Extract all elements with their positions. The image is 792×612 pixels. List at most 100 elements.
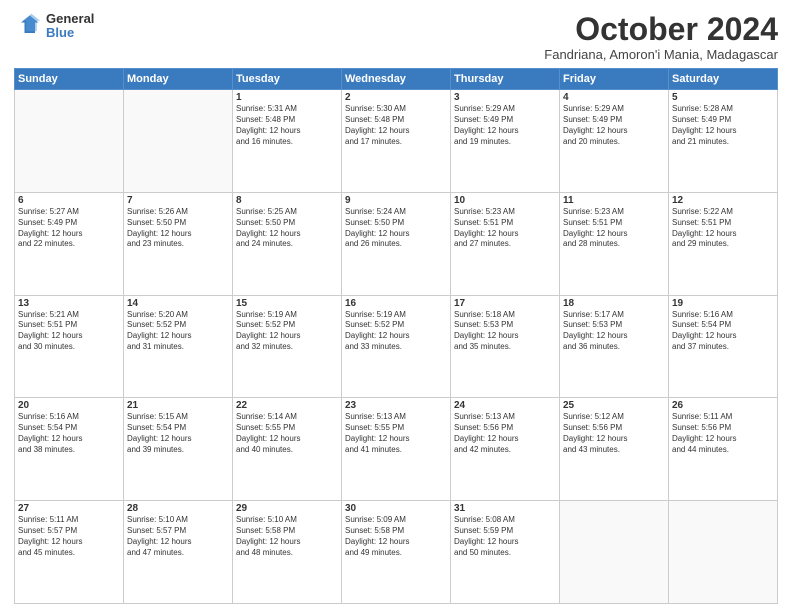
calendar-cell: 18Sunrise: 5:17 AM Sunset: 5:53 PM Dayli… <box>560 295 669 398</box>
day-info: Sunrise: 5:16 AM Sunset: 5:54 PM Dayligh… <box>672 310 774 353</box>
day-number: 2 <box>345 92 447 103</box>
day-number: 8 <box>236 195 338 206</box>
calendar-cell: 28Sunrise: 5:10 AM Sunset: 5:57 PM Dayli… <box>124 501 233 604</box>
calendar-cell: 14Sunrise: 5:20 AM Sunset: 5:52 PM Dayli… <box>124 295 233 398</box>
logo-blue: Blue <box>46 26 94 40</box>
day-info: Sunrise: 5:15 AM Sunset: 5:54 PM Dayligh… <box>127 412 229 455</box>
day-info: Sunrise: 5:31 AM Sunset: 5:48 PM Dayligh… <box>236 104 338 147</box>
day-info: Sunrise: 5:12 AM Sunset: 5:56 PM Dayligh… <box>563 412 665 455</box>
weekday-header-tuesday: Tuesday <box>233 69 342 90</box>
day-number: 30 <box>345 503 447 514</box>
day-number: 21 <box>127 400 229 411</box>
day-info: Sunrise: 5:29 AM Sunset: 5:49 PM Dayligh… <box>454 104 556 147</box>
day-number: 7 <box>127 195 229 206</box>
calendar-week-row: 1Sunrise: 5:31 AM Sunset: 5:48 PM Daylig… <box>15 90 778 193</box>
day-info: Sunrise: 5:13 AM Sunset: 5:56 PM Dayligh… <box>454 412 556 455</box>
calendar-cell: 30Sunrise: 5:09 AM Sunset: 5:58 PM Dayli… <box>342 501 451 604</box>
calendar-cell <box>124 90 233 193</box>
day-number: 24 <box>454 400 556 411</box>
calendar-cell: 27Sunrise: 5:11 AM Sunset: 5:57 PM Dayli… <box>15 501 124 604</box>
calendar-cell: 13Sunrise: 5:21 AM Sunset: 5:51 PM Dayli… <box>15 295 124 398</box>
day-info: Sunrise: 5:10 AM Sunset: 5:58 PM Dayligh… <box>236 515 338 558</box>
calendar-table: SundayMondayTuesdayWednesdayThursdayFrid… <box>14 68 778 604</box>
day-number: 20 <box>18 400 120 411</box>
day-number: 4 <box>563 92 665 103</box>
calendar-cell: 17Sunrise: 5:18 AM Sunset: 5:53 PM Dayli… <box>451 295 560 398</box>
day-info: Sunrise: 5:28 AM Sunset: 5:49 PM Dayligh… <box>672 104 774 147</box>
calendar-cell: 25Sunrise: 5:12 AM Sunset: 5:56 PM Dayli… <box>560 398 669 501</box>
weekday-header-thursday: Thursday <box>451 69 560 90</box>
day-info: Sunrise: 5:25 AM Sunset: 5:50 PM Dayligh… <box>236 207 338 250</box>
day-number: 27 <box>18 503 120 514</box>
weekday-header-row: SundayMondayTuesdayWednesdayThursdayFrid… <box>15 69 778 90</box>
weekday-header-friday: Friday <box>560 69 669 90</box>
day-number: 31 <box>454 503 556 514</box>
day-number: 17 <box>454 298 556 309</box>
day-info: Sunrise: 5:18 AM Sunset: 5:53 PM Dayligh… <box>454 310 556 353</box>
calendar-week-row: 13Sunrise: 5:21 AM Sunset: 5:51 PM Dayli… <box>15 295 778 398</box>
day-info: Sunrise: 5:11 AM Sunset: 5:57 PM Dayligh… <box>18 515 120 558</box>
location-subtitle: Fandriana, Amoron'i Mania, Madagascar <box>544 47 778 62</box>
day-number: 12 <box>672 195 774 206</box>
calendar-cell: 16Sunrise: 5:19 AM Sunset: 5:52 PM Dayli… <box>342 295 451 398</box>
day-number: 13 <box>18 298 120 309</box>
weekday-header-sunday: Sunday <box>15 69 124 90</box>
calendar-week-row: 6Sunrise: 5:27 AM Sunset: 5:49 PM Daylig… <box>15 192 778 295</box>
day-info: Sunrise: 5:21 AM Sunset: 5:51 PM Dayligh… <box>18 310 120 353</box>
header: General Blue October 2024 Fandriana, Amo… <box>14 12 778 62</box>
day-info: Sunrise: 5:17 AM Sunset: 5:53 PM Dayligh… <box>563 310 665 353</box>
day-number: 28 <box>127 503 229 514</box>
calendar-cell <box>669 501 778 604</box>
day-number: 5 <box>672 92 774 103</box>
day-number: 29 <box>236 503 338 514</box>
calendar-cell <box>15 90 124 193</box>
calendar-cell: 2Sunrise: 5:30 AM Sunset: 5:48 PM Daylig… <box>342 90 451 193</box>
calendar-cell: 6Sunrise: 5:27 AM Sunset: 5:49 PM Daylig… <box>15 192 124 295</box>
day-number: 14 <box>127 298 229 309</box>
calendar-cell: 9Sunrise: 5:24 AM Sunset: 5:50 PM Daylig… <box>342 192 451 295</box>
calendar-cell: 22Sunrise: 5:14 AM Sunset: 5:55 PM Dayli… <box>233 398 342 501</box>
day-number: 10 <box>454 195 556 206</box>
calendar-cell: 31Sunrise: 5:08 AM Sunset: 5:59 PM Dayli… <box>451 501 560 604</box>
logo-general: General <box>46 12 94 26</box>
day-number: 19 <box>672 298 774 309</box>
day-number: 9 <box>345 195 447 206</box>
day-info: Sunrise: 5:26 AM Sunset: 5:50 PM Dayligh… <box>127 207 229 250</box>
day-number: 6 <box>18 195 120 206</box>
day-info: Sunrise: 5:30 AM Sunset: 5:48 PM Dayligh… <box>345 104 447 147</box>
day-number: 1 <box>236 92 338 103</box>
day-number: 11 <box>563 195 665 206</box>
title-block: October 2024 Fandriana, Amoron'i Mania, … <box>544 12 778 62</box>
day-info: Sunrise: 5:19 AM Sunset: 5:52 PM Dayligh… <box>236 310 338 353</box>
calendar-cell: 4Sunrise: 5:29 AM Sunset: 5:49 PM Daylig… <box>560 90 669 193</box>
day-number: 22 <box>236 400 338 411</box>
day-info: Sunrise: 5:20 AM Sunset: 5:52 PM Dayligh… <box>127 310 229 353</box>
calendar-cell: 8Sunrise: 5:25 AM Sunset: 5:50 PM Daylig… <box>233 192 342 295</box>
logo-icon <box>14 12 42 40</box>
day-number: 25 <box>563 400 665 411</box>
calendar-cell: 15Sunrise: 5:19 AM Sunset: 5:52 PM Dayli… <box>233 295 342 398</box>
weekday-header-wednesday: Wednesday <box>342 69 451 90</box>
calendar-cell: 29Sunrise: 5:10 AM Sunset: 5:58 PM Dayli… <box>233 501 342 604</box>
calendar-week-row: 20Sunrise: 5:16 AM Sunset: 5:54 PM Dayli… <box>15 398 778 501</box>
calendar-cell: 19Sunrise: 5:16 AM Sunset: 5:54 PM Dayli… <box>669 295 778 398</box>
day-info: Sunrise: 5:08 AM Sunset: 5:59 PM Dayligh… <box>454 515 556 558</box>
calendar-cell: 26Sunrise: 5:11 AM Sunset: 5:56 PM Dayli… <box>669 398 778 501</box>
day-info: Sunrise: 5:27 AM Sunset: 5:49 PM Dayligh… <box>18 207 120 250</box>
calendar-cell: 3Sunrise: 5:29 AM Sunset: 5:49 PM Daylig… <box>451 90 560 193</box>
calendar-cell: 10Sunrise: 5:23 AM Sunset: 5:51 PM Dayli… <box>451 192 560 295</box>
day-number: 26 <box>672 400 774 411</box>
month-title: October 2024 <box>544 12 778 47</box>
day-number: 15 <box>236 298 338 309</box>
day-info: Sunrise: 5:23 AM Sunset: 5:51 PM Dayligh… <box>454 207 556 250</box>
day-number: 3 <box>454 92 556 103</box>
calendar-cell: 7Sunrise: 5:26 AM Sunset: 5:50 PM Daylig… <box>124 192 233 295</box>
day-number: 16 <box>345 298 447 309</box>
day-info: Sunrise: 5:22 AM Sunset: 5:51 PM Dayligh… <box>672 207 774 250</box>
day-info: Sunrise: 5:29 AM Sunset: 5:49 PM Dayligh… <box>563 104 665 147</box>
calendar-cell: 23Sunrise: 5:13 AM Sunset: 5:55 PM Dayli… <box>342 398 451 501</box>
calendar-cell: 5Sunrise: 5:28 AM Sunset: 5:49 PM Daylig… <box>669 90 778 193</box>
weekday-header-monday: Monday <box>124 69 233 90</box>
calendar-cell: 20Sunrise: 5:16 AM Sunset: 5:54 PM Dayli… <box>15 398 124 501</box>
day-info: Sunrise: 5:13 AM Sunset: 5:55 PM Dayligh… <box>345 412 447 455</box>
